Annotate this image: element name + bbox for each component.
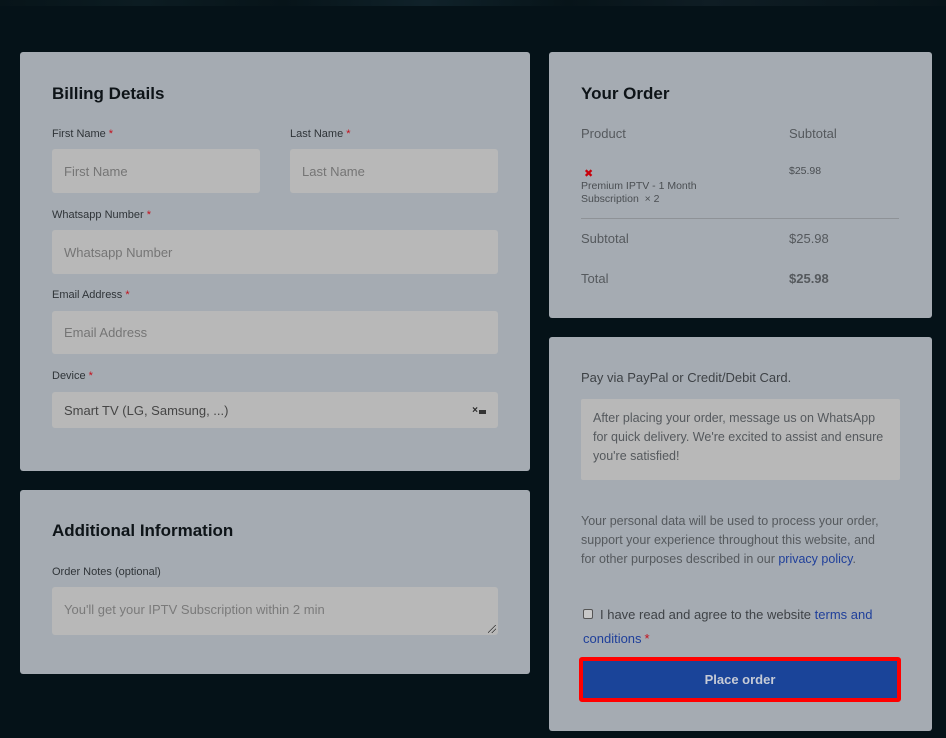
billing-details-card: Billing Details First Name* Last Name* W… (20, 52, 530, 471)
product-column-header: Product (581, 126, 626, 141)
terms-checkbox[interactable] (583, 609, 593, 620)
terms-required-marker: * (644, 631, 650, 646)
payment-method-description: After placing your order, message us on … (581, 399, 900, 480)
place-order-button[interactable]: Place order (583, 661, 897, 698)
first-name-input[interactable] (52, 149, 260, 193)
email-input[interactable] (52, 311, 498, 354)
order-notes-label: Order Notes (optional) (52, 566, 161, 578)
page-header-strip (0, 0, 946, 6)
whatsapp-label: Whatsapp Number * (52, 209, 151, 221)
place-order-highlight: Place order (579, 657, 901, 702)
first-name-label: First Name * (52, 128, 114, 140)
order-item-name: Premium IPTV - 1 Month Subscription × 2 (581, 180, 697, 205)
billing-title: Billing Details (52, 84, 165, 103)
email-label: Email Address * (52, 289, 130, 301)
device-selected-value: Smart TV (LG, Samsung, ...) (64, 402, 229, 418)
order-item-qty: × 2 (644, 193, 660, 205)
order-notes-placeholder: You'll get your IPTV Subscription within… (64, 602, 325, 617)
order-item-subtotal: $25.98 (789, 165, 822, 177)
remove-item-icon[interactable]: ✖ (584, 167, 593, 180)
order-notes-textarea[interactable]: You'll get your IPTV Subscription within… (52, 587, 498, 635)
payment-method-title: Pay via PayPal or Credit/Debit Card. (581, 370, 792, 385)
privacy-notice: Your personal data will be used to proce… (581, 514, 879, 566)
subtotal-value: $25.98 (789, 231, 829, 246)
clear-selection-icon[interactable]: × (472, 405, 486, 416)
device-label: Device * (52, 370, 93, 382)
dropdown-arrow-icon (479, 410, 486, 414)
your-order-card: Your Order Product Subtotal ✖ Premium IP… (549, 52, 932, 318)
terms-text: I have read and agree to the website (600, 607, 815, 622)
terms-agreement: I have read and agree to the website ter… (583, 603, 893, 651)
order-divider (581, 218, 899, 219)
additional-title: Additional Information (52, 521, 234, 540)
whatsapp-input[interactable] (52, 230, 498, 274)
total-label: Total (581, 271, 609, 286)
subtotal-label: Subtotal (581, 231, 629, 246)
device-select[interactable]: Smart TV (LG, Samsung, ...) × (52, 392, 498, 428)
additional-information-card: Additional Information Order Notes (opti… (20, 490, 530, 674)
subtotal-column-header: Subtotal (789, 126, 837, 141)
last-name-label: Last Name * (290, 128, 351, 140)
total-value: $25.98 (789, 271, 829, 286)
privacy-policy-link[interactable]: privacy policy (778, 552, 852, 566)
order-title: Your Order (581, 84, 670, 103)
payment-card: Pay via PayPal or Credit/Debit Card. Aft… (549, 337, 932, 731)
last-name-input[interactable] (290, 149, 498, 193)
resize-handle-icon[interactable] (488, 625, 496, 633)
